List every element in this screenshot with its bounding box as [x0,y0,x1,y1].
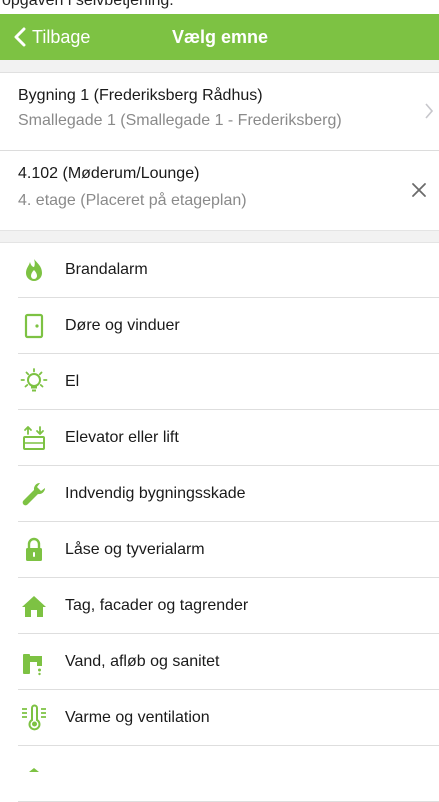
lock-icon [26,537,42,561]
top-cut-text: opgaven i selvbetjening. [0,0,439,14]
faucet-icon [23,654,42,676]
thermometer-icon [22,704,46,731]
chevron-left-icon [14,27,26,47]
close-icon[interactable] [411,182,427,198]
topic-item-elevator[interactable]: Elevator eller lift [0,410,439,466]
house-icon [22,596,46,617]
topic-item-doere-og-vinduer[interactable]: Døre og vinduer [0,298,439,354]
top-cut-label: opgaven i selvbetjening. [2,0,174,9]
lightbulb-icon [20,368,48,392]
elevator-icon [23,426,45,450]
building-row[interactable]: Bygning 1 (Frederiksberg Rådhus) Smalleg… [0,73,439,151]
door-icon [24,313,44,339]
page-title: Vælg emne [172,27,269,47]
topic-item-laase-og-tyverialarm[interactable]: Låse og tyverialarm [0,522,439,578]
chevron-right-icon [425,103,433,119]
topic-label: Tag, facader og tagrender [65,597,249,614]
building-address: Smallegade 1 (Smallegade 1 - Frederiksbe… [18,112,342,129]
back-label: Tilbage [32,26,91,47]
topic-label: Vand, afløb og sanitet [65,653,220,670]
topic-label: El [65,373,80,390]
wrench-icon [22,482,46,506]
room-name: 4.102 (Møderum/Lounge) [18,165,200,182]
navigation-bar: Tilbage Vælg emne [0,14,439,60]
topic-item-indvendig-bygningsskade[interactable]: Indvendig bygningsskade [0,466,439,522]
topic-item-partial[interactable] [0,746,439,802]
flame-icon [26,259,42,281]
back-button[interactable]: Tilbage [14,14,90,60]
topic-label: Varme og ventilation [65,709,210,726]
topic-label: Elevator eller lift [65,429,179,446]
partial-icon [29,768,39,772]
topic-item-vand-afloeb-sanitet[interactable]: Vand, afløb og sanitet [0,634,439,690]
topic-item-el[interactable]: El [0,354,439,410]
topic-item-varme-og-ventilation[interactable]: Varme og ventilation [0,690,439,746]
topic-list: Brandalarm Døre og vinduer El Elevator e… [0,242,439,802]
topic-item-tag-facader[interactable]: Tag, facader og tagrender [0,578,439,634]
topic-label: Indvendig bygningsskade [65,485,246,502]
topic-label: Låse og tyverialarm [65,541,205,558]
room-row: 4.102 (Møderum/Lounge) 4. etage (Placere… [0,151,439,230]
topic-label: Døre og vinduer [65,317,180,334]
topic-label: Brandalarm [65,261,148,278]
topic-item-brandalarm[interactable]: Brandalarm [0,242,439,298]
room-floor: 4. etage (Placeret på etageplan) [18,192,247,209]
section-gap [0,60,439,73]
building-name: Bygning 1 (Frederiksberg Rådhus) [18,87,263,104]
